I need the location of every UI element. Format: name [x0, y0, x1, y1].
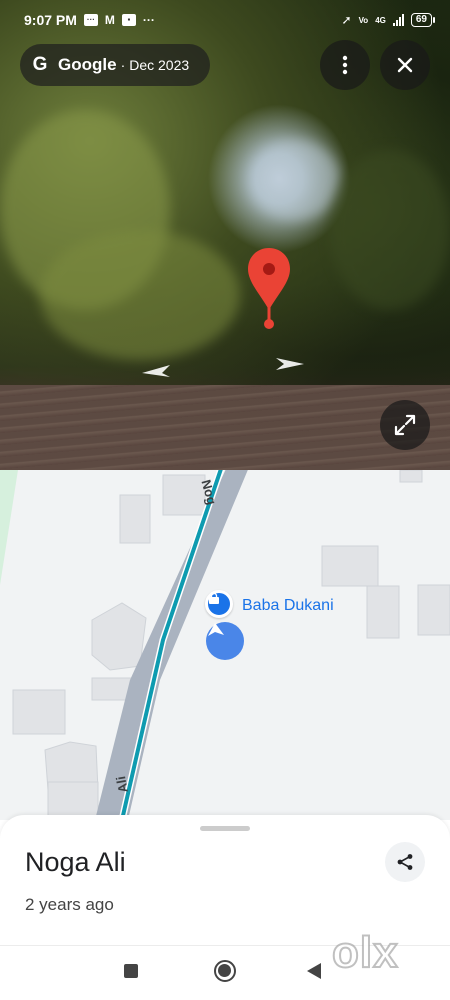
building — [417, 584, 450, 636]
building — [119, 494, 151, 544]
building — [91, 602, 147, 671]
map-pin-icon[interactable] — [246, 246, 292, 330]
place-title: Noga Ali — [25, 847, 126, 877]
back-icon[interactable] — [307, 963, 321, 979]
more-options-button[interactable] — [320, 40, 370, 90]
foliage — [330, 150, 450, 310]
network-type: 4G — [375, 15, 386, 25]
close-icon — [397, 57, 413, 73]
park-area — [0, 470, 18, 585]
road-label-bottom: Ali — [113, 775, 131, 794]
move-left-arrow[interactable] — [140, 361, 174, 381]
brand-label: Google — [58, 55, 117, 74]
expand-icon — [394, 414, 416, 436]
drag-handle[interactable] — [200, 826, 250, 831]
direction-arrow-icon — [208, 623, 224, 636]
current-location-icon[interactable] — [206, 622, 244, 660]
status-bar: 9:07 PM ··· M ▪ ··· ➚ Vo 4G 69 — [0, 0, 450, 40]
share-icon — [397, 854, 413, 870]
volte-icon: Vo — [358, 15, 369, 25]
place-subtitle: 2 years ago — [25, 895, 114, 914]
olx-watermark: olx — [331, 927, 399, 978]
battery-indicator: 69 — [410, 13, 436, 27]
building — [399, 470, 423, 483]
app-notification-icon: ▪ — [121, 14, 136, 26]
building — [366, 585, 400, 639]
gmail-icon: M — [104, 13, 115, 27]
signal-icon — [392, 14, 404, 26]
imagery-date-chip[interactable]: G Google · Dec 2023 — [20, 44, 210, 86]
street-view-panorama[interactable]: 9:07 PM ··· M ▪ ··· ➚ Vo 4G 69 G Google … — [0, 0, 450, 470]
home-icon[interactable] — [214, 960, 236, 982]
close-button[interactable] — [380, 40, 430, 90]
expand-button[interactable] — [380, 400, 430, 450]
message-icon: ··· — [83, 14, 98, 26]
foliage — [40, 230, 240, 360]
bag-icon — [209, 593, 219, 604]
imagery-date: Dec 2023 — [129, 57, 190, 73]
move-right-arrow[interactable] — [272, 354, 306, 374]
share-button[interactable] — [385, 842, 425, 882]
recent-apps-icon[interactable] — [124, 964, 138, 978]
separator: · — [120, 57, 126, 73]
place-bottom-sheet[interactable]: Noga Ali 2 years ago — [0, 815, 450, 945]
sky-gap — [250, 140, 340, 220]
clock: 9:07 PM — [24, 12, 77, 28]
google-g-icon: G — [32, 54, 48, 75]
more-vert-icon — [342, 55, 348, 75]
poi-label[interactable]: Baba Dukani — [242, 597, 334, 615]
more-notifications-icon: ··· — [142, 13, 155, 27]
building — [321, 545, 379, 587]
building — [12, 689, 66, 735]
shopping-bag-icon[interactable] — [205, 590, 233, 618]
location-icon: ➚ — [341, 13, 352, 27]
map-view[interactable]: Nog Ali Baba Dukani — [0, 470, 450, 820]
